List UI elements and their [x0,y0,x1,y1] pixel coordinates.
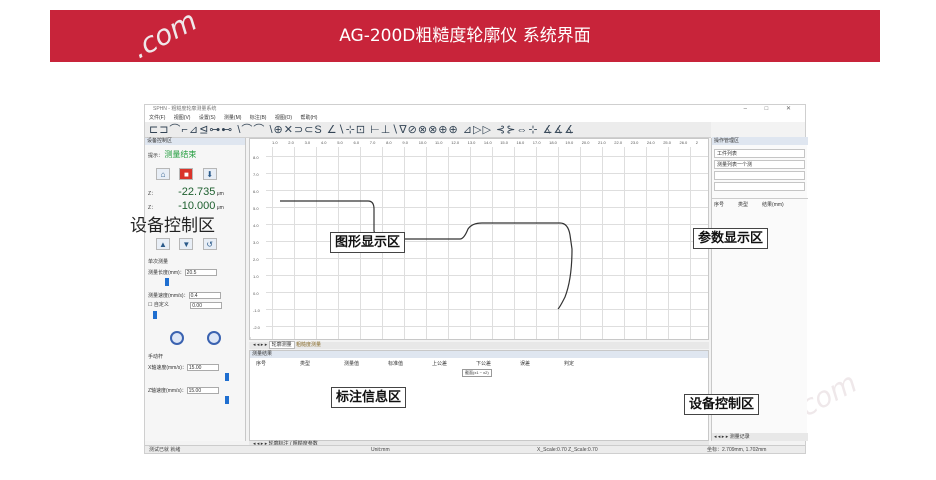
status-bar: 测试已就 就绪 Unit:mm X_Scale:0.70 Z_Scale:0.7… [145,445,805,453]
graph-tabs: ◂ ◂ ▸ ▸ 轮廓测量 粗糙度测量 [249,341,709,349]
down-icon[interactable]: ▼ [179,238,194,250]
panel-header: 设备控制区 [145,138,245,145]
profile-plot [280,200,573,310]
label-mark-area: 标注信息区 [331,387,407,408]
window-title: SPHN - 粗糙度轮廓测量系统 [153,106,217,112]
joystick-left-icon[interactable] [170,330,184,345]
stop-icon[interactable]: ■ [179,168,194,180]
z1-unit: μm [216,191,224,197]
label-graph-area: 图形显示区 [330,232,406,253]
col-standard: 标准值 [388,361,404,367]
menu-file[interactable]: 文件(F) [149,115,165,121]
marks-columns: 序号 类型 测量值 标准值 上公差 下公差 误差 判定 [250,360,708,367]
window-controls[interactable]: – □ ✕ [744,105,799,114]
toolbar[interactable]: ⊏⊐⌒⌐⊿⊴⊶⊷ \⌒⌒ \⊕✕⊃⊂S ∠∖⊹⊡ ⊢⊥∖∇⊘⊗⊗⊕⊕ ⊿▷▷ ⊰… [145,122,711,138]
status-left: 测试已就 就绪 [149,447,181,453]
status-coord: 坐标：2.709mm, 1.702mm [707,447,767,453]
label-param-area: 参数显示区 [693,228,769,249]
rp-col-type: 类型 [738,202,749,208]
speed-select[interactable]: 0.4 [188,292,221,300]
measure-list[interactable]: 测量列表一个测 [714,160,805,169]
col-judge: 判定 [564,361,575,367]
tab-profile[interactable]: 轮廓测量 [268,341,295,349]
workpiece-list[interactable]: 工件列表 [714,149,805,158]
custom-checkbox[interactable]: ☐ 自定义 [148,302,169,308]
graph-area[interactable]: 1.0 2.0 3.0 4.0 5.0 6.0 7.0 8.0 9.0 10.0 11.0 12.0 1… [249,138,709,340]
download-icon[interactable]: ⬇ [202,168,217,180]
col-error: 误差 [520,361,531,367]
banner-title: AG-200D粗糙度轮廓仪 系统界面 [339,26,591,46]
manual-label: 手动杆 [148,353,164,360]
x-speed-label: X轴速度(mm/s)： [148,364,187,371]
menu-settings[interactable]: 设置(S) [199,115,216,121]
custom-input[interactable]: 0.00 [190,301,223,309]
rp-col-index: 序号 [714,202,725,208]
device-control-panel: 设备控制区 提示： 测量结束 ⌂ ■ ⬇ Z： -22.735 μm Z： -10.… [145,138,246,441]
rp-col-result: 结果(mm) [762,202,784,208]
col-lower: 下公差 [476,361,492,367]
window-titlebar: SPHN - 粗糙度轮廓测量系统 – □ ✕ [145,105,805,114]
col-index: 序号 [256,361,267,367]
menu-bar: 文件(F) 视图(V) 设置(S) 测量(M) 标注(B) 视图(O) 帮助(H… [145,114,805,122]
empty-box[interactable] [714,171,805,180]
section-single: 单次测量 [148,259,169,265]
prompt-label: 提示： [148,153,164,159]
z1-value: -22.735 [178,186,216,198]
tab-roughness[interactable]: 粗糙度测量 [296,342,321,348]
z1-label: Z： [148,191,157,197]
profile-curve [280,200,573,310]
label-control-area: 设备控制区 [684,394,760,415]
status-scale: X_Scale:0.70 Z_Scale:0.70 [537,447,598,453]
result-columns: 序号 类型 结果(mm) [712,198,808,210]
record-tab-label: 测量记录 [729,434,750,440]
toolbar-icons[interactable]: ⊏⊐⌒⌐⊿⊴⊶⊷ \⌒⌒ \⊕✕⊃⊂S ∠∖⊹⊡ ⊢⊥∖∇⊘⊗⊗⊕⊕ ⊿▷▷ ⊰… [149,124,575,136]
menu-help[interactable]: 帮助(H) [300,115,317,121]
col-upper: 上公差 [432,361,448,367]
speed-slider[interactable] [153,310,157,319]
menu-mark[interactable]: 标注(B) [250,115,267,121]
record-tab[interactable]: ◂ ◂ ▸ ▸ 测量记录 [712,433,808,441]
mark-info-panel: 测量结果 序号 类型 测量值 标准值 上公差 下公差 误差 判定 截面(x1 ~ x2) [249,350,709,441]
menu-view[interactable]: 视图(V) [174,115,191,121]
length-label: 测量长度(mm)： [148,270,185,276]
z-speed-label: Z轴速度(mm/s)： [148,387,187,394]
x-speed-input[interactable]: 15.00 [186,363,219,371]
joystick-right-icon[interactable] [207,330,222,345]
reset-icon[interactable]: ↺ [202,238,217,250]
menu-measure[interactable]: 测量(M) [224,115,242,121]
right-header: 操作管理区 [712,137,808,145]
up-icon[interactable]: ▲ [156,238,170,250]
col-value: 测量值 [344,361,360,367]
z-speed-slider[interactable] [225,395,229,404]
marks-title: 测量结果 [250,351,708,358]
z-speed-input[interactable]: 15.00 [186,386,219,394]
label-device-control: 设备控制区 [130,216,215,236]
z2-unit: μm [216,205,224,211]
prompt-value: 测量结束 [164,150,197,159]
speed-label: 测量速度(mm/s)： [148,293,189,300]
home-icon[interactable]: ⌂ [156,168,170,180]
length-slider[interactable] [165,278,169,287]
length-input[interactable]: 20.5 [184,269,217,277]
x-speed-slider[interactable] [225,372,229,381]
col-type: 类型 [300,361,311,367]
menu-view2[interactable]: 视图(O) [275,115,292,121]
empty-box2[interactable] [714,182,805,191]
status-unit: Unit:mm [371,447,390,453]
tooltip: 截面(x1 ~ x2) [462,369,492,377]
